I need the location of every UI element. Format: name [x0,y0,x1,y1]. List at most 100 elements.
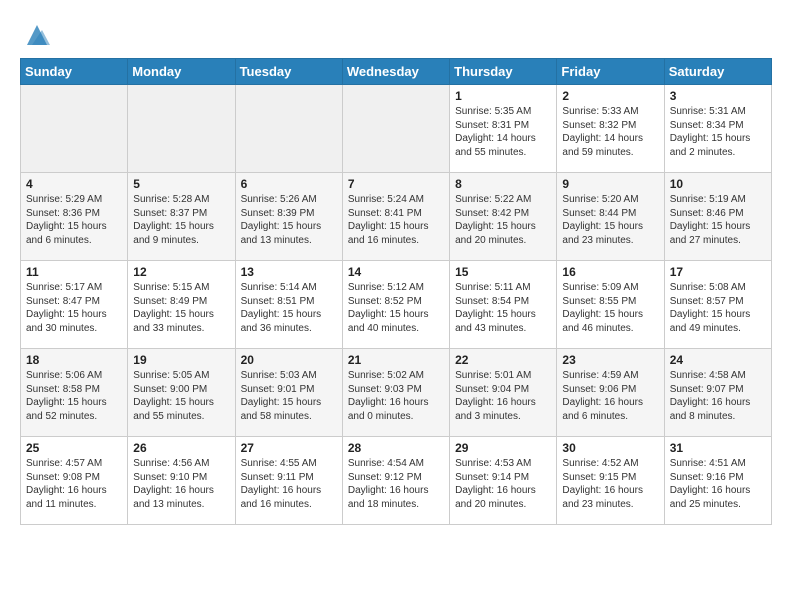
calendar-cell: 25Sunrise: 4:57 AMSunset: 9:08 PMDayligh… [21,437,128,525]
cell-line: Sunset: 9:12 PM [348,471,444,485]
cell-line: and 20 minutes. [455,498,551,512]
calendar-cell: 22Sunrise: 5:01 AMSunset: 9:04 PMDayligh… [450,349,557,437]
cell-text: Sunrise: 5:35 AMSunset: 8:31 PMDaylight:… [455,105,551,159]
day-number: 1 [455,89,551,103]
cell-line: Daylight: 15 hours [241,396,337,410]
cell-line: Sunset: 8:47 PM [26,295,122,309]
cell-line: Sunset: 9:16 PM [670,471,766,485]
day-number: 4 [26,177,122,191]
day-number: 16 [562,265,658,279]
cell-line: and 23 minutes. [562,498,658,512]
cell-line: and 23 minutes. [562,234,658,248]
cell-line: Sunrise: 5:01 AM [455,369,551,383]
cell-text: Sunrise: 4:51 AMSunset: 9:16 PMDaylight:… [670,457,766,511]
cell-line: Sunrise: 5:03 AM [241,369,337,383]
cell-line: Sunrise: 5:19 AM [670,193,766,207]
calendar-cell: 27Sunrise: 4:55 AMSunset: 9:11 PMDayligh… [235,437,342,525]
cell-line: Sunrise: 5:06 AM [26,369,122,383]
cell-line: Daylight: 16 hours [455,484,551,498]
cell-text: Sunrise: 4:57 AMSunset: 9:08 PMDaylight:… [26,457,122,511]
cell-line: Daylight: 15 hours [348,220,444,234]
calendar-table: SundayMondayTuesdayWednesdayThursdayFrid… [20,58,772,525]
week-row-2: 4Sunrise: 5:29 AMSunset: 8:36 PMDaylight… [21,173,772,261]
cell-text: Sunrise: 5:33 AMSunset: 8:32 PMDaylight:… [562,105,658,159]
cell-line: Sunrise: 4:52 AM [562,457,658,471]
cell-line: Sunrise: 4:53 AM [455,457,551,471]
calendar-cell: 19 Sunrise: 5:05 AMSunset: 9:00 PMDayligh… [128,349,235,437]
cell-text: Sunrise: 5:22 AMSunset: 8:42 PMDaylight:… [455,193,551,247]
day-number: 18 [26,353,122,367]
cell-line: and 27 minutes. [670,234,766,248]
cell-line: Sunrise: 4:57 AM [26,457,122,471]
calendar-cell: 12 Sunrise: 5:15 AMSunset: 8:49 PMDayligh… [128,261,235,349]
cell-line: Sunrise: 5:11 AM [455,281,551,295]
cell-text: Sunrise: 5:06 AMSunset: 8:58 PMDaylight:… [26,369,122,423]
calendar-cell: 18 Sunrise: 5:06 AMSunset: 8:58 PMDayligh… [21,349,128,437]
cell-line: Daylight: 15 hours [133,396,229,410]
day-number: 26 [133,441,229,455]
cell-line: Sunset: 8:32 PM [562,119,658,133]
cell-line: Sunrise: 4:51 AM [670,457,766,471]
cell-text: Sunrise: 4:56 AMSunset: 9:10 PMDaylight:… [133,457,229,511]
cell-text: Sunrise: 5:05 AMSunset: 9:00 PMDaylight:… [133,369,229,423]
cell-line: Daylight: 15 hours [670,132,766,146]
cell-line: Daylight: 15 hours [562,308,658,322]
cell-text: Sunrise: 5:02 AMSunset: 9:03 PMDaylight:… [348,369,444,423]
day-number: 17 [670,265,766,279]
cell-text: Sunrise: 4:52 AMSunset: 9:15 PMDaylight:… [562,457,658,511]
weekday-header-row: SundayMondayTuesdayWednesdayThursdayFrid… [21,59,772,85]
cell-line: Sunrise: 5:12 AM [348,281,444,295]
week-row-5: 25Sunrise: 4:57 AMSunset: 9:08 PMDayligh… [21,437,772,525]
cell-line: and 11 minutes. [26,498,122,512]
day-number: 19 [133,353,229,367]
cell-line: Daylight: 16 hours [562,484,658,498]
day-number: 12 [133,265,229,279]
cell-line: Daylight: 15 hours [348,308,444,322]
cell-line: Sunrise: 5:28 AM [133,193,229,207]
cell-line: Sunset: 9:01 PM [241,383,337,397]
cell-line: Sunset: 8:37 PM [133,207,229,221]
cell-line: and 16 minutes. [348,234,444,248]
logo-icon [22,20,52,50]
cell-text: Sunrise: 5:08 AMSunset: 8:57 PMDaylight:… [670,281,766,335]
day-number: 7 [348,177,444,191]
cell-line: Sunset: 8:52 PM [348,295,444,309]
cell-line: Daylight: 15 hours [455,220,551,234]
cell-line: Sunset: 8:49 PM [133,295,229,309]
calendar-cell [235,85,342,173]
cell-line: Sunrise: 5:35 AM [455,105,551,119]
cell-line: Sunrise: 5:24 AM [348,193,444,207]
calendar-cell: 6Sunrise: 5:26 AMSunset: 8:39 PMDaylight… [235,173,342,261]
cell-line: Sunset: 9:06 PM [562,383,658,397]
cell-line: Sunset: 8:41 PM [348,207,444,221]
calendar-cell: 15Sunrise: 5:11 AMSunset: 8:54 PMDayligh… [450,261,557,349]
cell-line: Sunset: 9:08 PM [26,471,122,485]
calendar-cell: 29Sunrise: 4:53 AMSunset: 9:14 PMDayligh… [450,437,557,525]
cell-text: Sunrise: 5:31 AMSunset: 8:34 PMDaylight:… [670,105,766,159]
day-number: 11 [26,265,122,279]
cell-line: Daylight: 15 hours [670,308,766,322]
cell-line: Daylight: 16 hours [133,484,229,498]
cell-line: and 55 minutes. [133,410,229,424]
day-number: 3 [670,89,766,103]
cell-line: Sunrise: 5:33 AM [562,105,658,119]
cell-line: Sunrise: 5:29 AM [26,193,122,207]
logo [20,20,52,50]
cell-line: and 43 minutes. [455,322,551,336]
cell-line: Daylight: 15 hours [26,220,122,234]
cell-text: Sunrise: 5:11 AMSunset: 8:54 PMDaylight:… [455,281,551,335]
cell-line: Sunrise: 5:09 AM [562,281,658,295]
cell-text: Sunrise: 4:54 AMSunset: 9:12 PMDaylight:… [348,457,444,511]
cell-text: Sunrise: 5:15 AMSunset: 8:49 PMDaylight:… [133,281,229,335]
cell-line: Sunrise: 5:26 AM [241,193,337,207]
cell-line: Daylight: 16 hours [455,396,551,410]
week-row-1: 1 Sunrise: 5:35 AMSunset: 8:31 PMDaylight… [21,85,772,173]
calendar-cell: 28Sunrise: 4:54 AMSunset: 9:12 PMDayligh… [342,437,449,525]
day-number: 22 [455,353,551,367]
cell-line: Sunset: 8:42 PM [455,207,551,221]
cell-line: and 6 minutes. [562,410,658,424]
calendar-cell: 5Sunrise: 5:28 AMSunset: 8:37 PMDaylight… [128,173,235,261]
cell-line: Daylight: 15 hours [133,220,229,234]
calendar-cell: 14Sunrise: 5:12 AMSunset: 8:52 PMDayligh… [342,261,449,349]
cell-line: Sunset: 8:34 PM [670,119,766,133]
